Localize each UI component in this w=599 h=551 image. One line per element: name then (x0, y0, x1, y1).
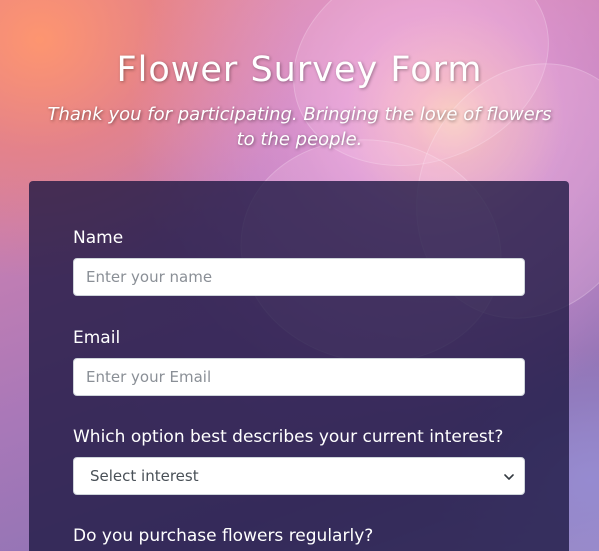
interest-select-value: Select interest (90, 467, 199, 485)
email-label: Email (73, 328, 121, 348)
page-header: Flower Survey Form Thank you for partici… (0, 46, 599, 152)
page-description: Thank you for participating. Bringing th… (47, 104, 552, 150)
interest-label: Which option best describes your current… (73, 427, 504, 447)
email-input[interactable] (73, 358, 525, 396)
name-input[interactable] (73, 258, 525, 296)
name-label: Name (73, 228, 124, 248)
interest-select[interactable]: Select interest (73, 457, 525, 495)
chevron-down-icon (504, 474, 514, 480)
purchase-label: Do you purchase flowers regularly? (73, 526, 374, 546)
page-title: Flower Survey Form (116, 50, 483, 90)
